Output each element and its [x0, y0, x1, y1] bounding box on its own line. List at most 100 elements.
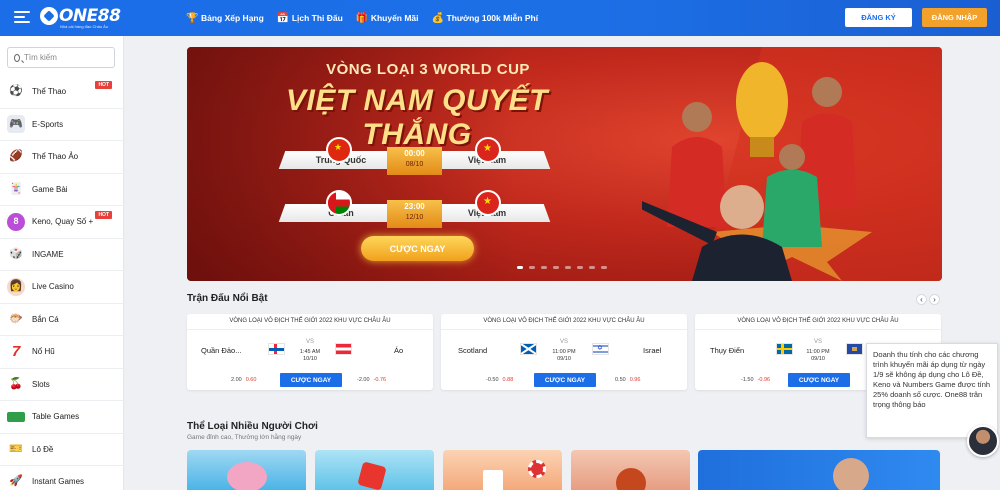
carousel-dot[interactable] — [577, 266, 583, 269]
sidebar-item-card-games[interactable]: 🃏 Game Bài — [0, 174, 124, 206]
sidebar-item-virtual-sports[interactable]: 🏈 Thể Thao Ảo — [0, 141, 124, 174]
divider — [695, 329, 941, 330]
sidebar-item-fishing[interactable]: 🐡 Bắn Cá — [0, 304, 124, 336]
sidebar-item-esports[interactable]: 🎮 E-Sports — [0, 109, 124, 141]
banner-match-date: 12/10 — [405, 214, 424, 221]
vietnam-flag-icon: ★ — [475, 137, 501, 163]
carousel-dot[interactable] — [565, 266, 571, 269]
football-icon: 🏈 — [9, 150, 23, 163]
card-home-team: Scotland — [458, 346, 488, 355]
nav-rankings-label: Bảng Xếp Hạng — [201, 13, 264, 23]
match-card[interactable]: VÒNG LOẠI VÔ ĐỊCH THẾ GIỚI 2022 KHU VỰC … — [441, 314, 687, 390]
card-league: VÒNG LOẠI VÔ ĐỊCH THẾ GIỚI 2022 KHU VỰC … — [483, 318, 645, 324]
soccer-ball-icon: ⚽ — [9, 85, 23, 98]
logo-text: ONE88 — [59, 6, 121, 26]
carousel-dot[interactable] — [517, 266, 523, 269]
card-odds-home: 2.00 0.60 — [231, 377, 256, 383]
sidebar-item-lottery[interactable]: 🎫 Lô Đề — [0, 434, 124, 466]
card-time: 11:00 PM — [552, 349, 576, 355]
bet-now-button[interactable]: CƯỢC NGAY — [280, 373, 342, 387]
odds-value: -0.96 — [757, 377, 771, 383]
card-odds-home: -0.50 0.88 — [486, 377, 513, 383]
rocket-icon: 🚀 — [9, 475, 23, 488]
sidebar-item-table-games[interactable]: Table Games — [0, 401, 124, 434]
top-header: ONE88 Nhà cái hàng đầu Châu Âu 🏆 Bảng Xế… — [0, 0, 1000, 36]
hot-badge: HOT — [95, 211, 112, 219]
slot-seven-icon: 7 — [11, 343, 21, 361]
carousel-dot[interactable] — [553, 266, 559, 269]
logo-subtitle: Nhà cái hàng đầu Châu Âu — [60, 24, 109, 29]
gift-icon: 🎁 — [355, 12, 369, 24]
logo-ball-icon — [40, 7, 58, 25]
sidebar-item-ingame[interactable]: 🎲 INGAME — [0, 239, 124, 271]
game-tile-jackpot[interactable] — [571, 450, 690, 490]
nav-schedule[interactable]: 📅 Lịch Thi Đấu — [277, 13, 343, 24]
hamburger-menu-icon[interactable] — [14, 11, 30, 25]
odds-value: 0.88 — [502, 377, 514, 383]
faroe-flag-icon — [268, 343, 285, 355]
game-tile-dice[interactable] — [315, 450, 434, 490]
card-odds-away: 0.50 0.96 — [615, 377, 640, 383]
game-tile-sports[interactable] — [698, 450, 940, 490]
sidebar-item-sports[interactable]: ⚽ Thể Thao HOT — [0, 76, 124, 109]
search-input[interactable] — [24, 53, 114, 62]
banner-match-time: 00:00 — [404, 149, 425, 158]
carousel-dot[interactable] — [529, 266, 535, 269]
sidebar-item-jackpot[interactable]: 7 Nổ Hũ — [0, 336, 124, 369]
sidebar-item-label: Nổ Hũ — [32, 347, 55, 357]
sidebar-item-label: Keno, Quay Số + — [32, 217, 94, 227]
banner-bet-now-button[interactable]: CƯỢC NGAY — [361, 236, 474, 261]
login-button[interactable]: ĐĂNG NHẬP — [922, 8, 987, 27]
sidebar: ⚽ Thể Thao HOT 🎮 E-Sports 🏈 Thể Thao Ảo … — [0, 36, 124, 490]
chevron-right-icon[interactable]: › — [929, 294, 940, 305]
sidebar-item-keno[interactable]: 8 Keno, Quay Số + HOT — [0, 206, 124, 239]
support-chat-avatar[interactable] — [967, 425, 999, 457]
nav-rankings[interactable]: 🏆 Bảng Xếp Hạng — [186, 13, 264, 24]
card-home-team: Thụy Điển — [710, 346, 745, 355]
banner-match-time: 23:00 — [404, 202, 425, 211]
sidebar-item-label: Bắn Cá — [32, 314, 59, 324]
odds-value: -0.76 — [373, 377, 387, 383]
trophy-icon: 🏆 — [186, 12, 199, 24]
chip-art — [528, 460, 546, 478]
search-icon — [14, 53, 20, 62]
carousel-dot[interactable] — [589, 266, 595, 269]
card-time: 1:45 AM — [299, 349, 321, 355]
sidebar-item-live-casino[interactable]: 👩 Live Casino — [0, 271, 124, 304]
carousel-dot[interactable] — [541, 266, 547, 269]
hero-banner[interactable]: VÒNG LOẠI 3 WORLD CUP VIỆT NAM QUYẾT THẮ… — [187, 47, 942, 281]
sidebar-item-label: Thể Thao — [32, 87, 67, 97]
nav-free-bonus[interactable]: 💰 Thưởng 100k Miễn Phí — [432, 13, 539, 24]
game-tile-fishing[interactable] — [187, 450, 306, 490]
card-time: 11:00 PM — [806, 349, 830, 355]
divider — [441, 329, 687, 330]
carousel-dot[interactable] — [601, 266, 607, 269]
bet-now-button[interactable]: CƯỢC NGAY — [788, 373, 850, 387]
logo[interactable]: ONE88 — [40, 6, 121, 26]
game-tile-cards[interactable] — [443, 450, 562, 490]
card-vs: VS — [559, 339, 568, 345]
card-vs: VS — [305, 339, 314, 345]
bet-now-button[interactable]: CƯỢC NGAY — [534, 373, 596, 387]
sidebar-item-label: Live Casino — [32, 282, 74, 292]
match-card[interactable]: VÒNG LOẠI VÔ ĐỊCH THẾ GIỚI 2022 KHU VỰC … — [187, 314, 433, 390]
sidebar-item-label: Game Bài — [32, 184, 68, 194]
nav-free-bonus-label: Thưởng 100k Miễn Phí — [446, 13, 539, 23]
calendar-icon: 📅 — [276, 12, 290, 24]
register-button[interactable]: ĐĂNG KÝ — [845, 8, 912, 27]
sidebar-item-slots[interactable]: 🍒 Slots — [0, 369, 124, 401]
vietnam-flag-icon: ★ — [475, 190, 501, 216]
banner-match-2: 23:00 12/10 Oman Việt Nam ★ — [278, 190, 551, 228]
fish-art — [227, 462, 267, 490]
nav-schedule-label: Lịch Thi Đấu — [291, 13, 343, 23]
nav-promotions[interactable]: 🎁 Khuyến Mãi — [356, 13, 419, 24]
chevron-left-icon[interactable]: ‹ — [916, 294, 927, 305]
jar-art — [616, 468, 646, 490]
sweden-flag-icon — [776, 343, 793, 355]
banner-match-date: 08/10 — [405, 161, 424, 168]
search-box[interactable] — [7, 47, 115, 68]
odds-value: 0.60 — [245, 377, 257, 383]
featured-title: Trận Đấu Nổi Bật — [187, 293, 268, 304]
card-art — [483, 470, 503, 490]
sidebar-item-instant-games[interactable]: 🚀 Instant Games — [0, 466, 124, 490]
